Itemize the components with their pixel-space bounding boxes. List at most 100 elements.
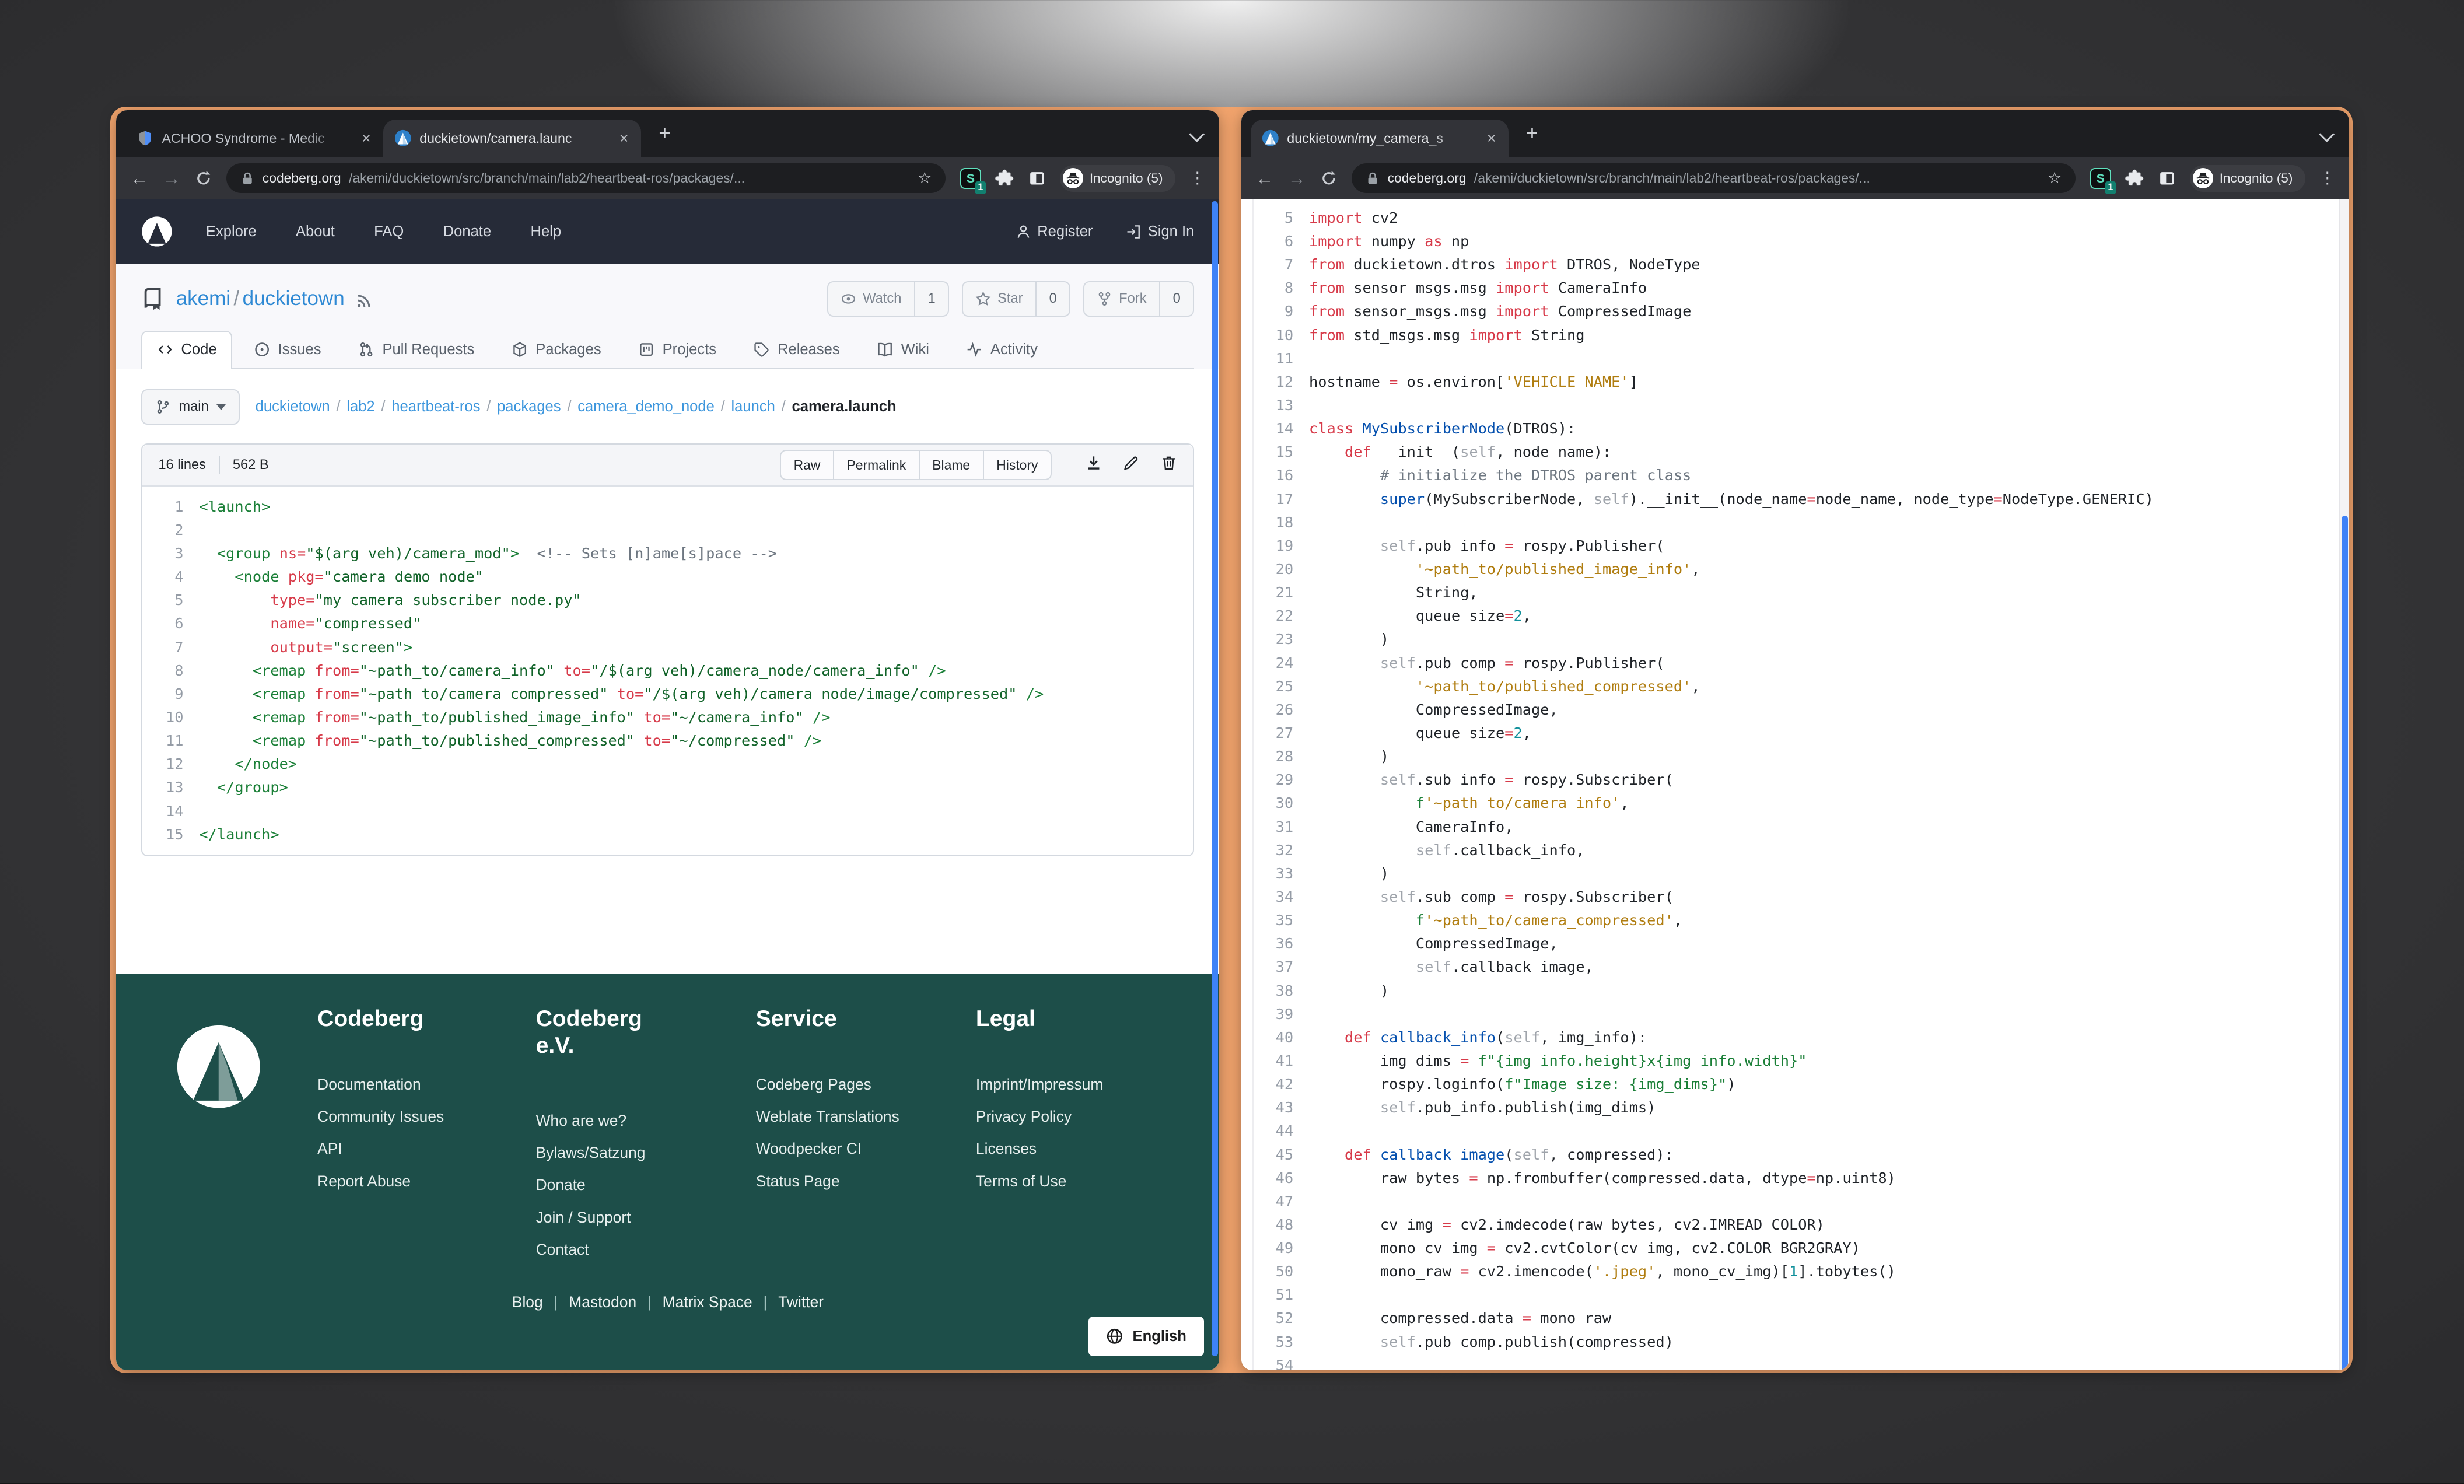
stylus-extension-icon[interactable]: S1 [2090, 168, 2111, 189]
watch-count[interactable]: 1 [915, 282, 948, 316]
forward-button[interactable]: → [1288, 169, 1306, 187]
navbar-link[interactable]: Help [530, 223, 561, 240]
footer-link[interactable]: Weblate Translations [756, 1101, 900, 1133]
line-number[interactable]: 4 [142, 565, 199, 588]
line-number[interactable]: 22 [1241, 604, 1309, 627]
footer-link[interactable]: Report Abuse [317, 1165, 444, 1197]
breadcrumb-link[interactable]: duckietown [256, 398, 330, 415]
line-number[interactable]: 1 [142, 495, 199, 518]
blame-button[interactable]: Blame [919, 451, 983, 479]
tab-issues[interactable]: Issues [239, 331, 337, 369]
bookmark-star-icon[interactable]: ☆ [918, 169, 932, 187]
trash-button[interactable] [1160, 454, 1178, 476]
tab-releases[interactable]: Releases [738, 331, 855, 369]
tab-wiki[interactable]: Wiki [862, 331, 945, 369]
line-number[interactable]: 6 [1241, 229, 1309, 253]
chevron-down-icon[interactable] [1189, 127, 1205, 142]
browser-tab[interactable]: ACHOO Syndrome - Medic× [126, 120, 384, 158]
back-button[interactable]: ← [1255, 169, 1273, 187]
line-number[interactable]: 15 [142, 822, 199, 846]
footer-link[interactable]: Status Page [756, 1165, 900, 1197]
line-number[interactable]: 43 [1241, 1096, 1309, 1119]
line-number[interactable]: 21 [1241, 580, 1309, 604]
footer-social-link[interactable]: Blog [512, 1293, 543, 1311]
footer-link[interactable]: API [317, 1133, 444, 1165]
line-number[interactable]: 39 [1241, 1002, 1309, 1026]
tab-pull-requests[interactable]: Pull Requests [343, 331, 490, 369]
footer-link[interactable]: Donate [536, 1169, 646, 1201]
tab-projects[interactable]: Projects [623, 331, 732, 369]
fork-count[interactable]: 0 [1160, 282, 1193, 316]
line-number[interactable]: 45 [1241, 1143, 1309, 1166]
repo-name-link[interactable]: duckietown [243, 287, 345, 310]
line-number[interactable]: 26 [1241, 698, 1309, 721]
footer-link[interactable]: Woodpecker CI [756, 1133, 900, 1165]
tab-close-icon[interactable]: × [1485, 130, 1497, 148]
tab-close-icon[interactable]: × [360, 130, 372, 148]
line-number[interactable]: 33 [1241, 862, 1309, 885]
line-number[interactable]: 44 [1241, 1119, 1309, 1142]
line-number[interactable]: 9 [142, 682, 199, 705]
breadcrumb-link[interactable]: packages [497, 398, 561, 415]
line-number[interactable]: 53 [1241, 1330, 1309, 1353]
line-number[interactable]: 35 [1241, 908, 1309, 932]
line-number[interactable]: 16 [1241, 463, 1309, 487]
breadcrumb-link[interactable]: camera_demo_node [578, 398, 715, 415]
download-button[interactable] [1085, 454, 1102, 476]
line-number[interactable]: 9 [1241, 299, 1309, 323]
line-number[interactable]: 51 [1241, 1283, 1309, 1306]
browser-tab[interactable]: duckietown/my_camera_s× [1251, 120, 1508, 158]
browser-menu-icon[interactable]: ⋮ [1189, 169, 1205, 187]
line-number[interactable]: 11 [1241, 346, 1309, 370]
line-number[interactable]: 3 [142, 541, 199, 565]
line-number[interactable]: 12 [1241, 370, 1309, 393]
browser-tab[interactable]: duckietown/camera.launc× [383, 120, 641, 158]
footer-link[interactable]: Terms of Use [976, 1165, 1104, 1197]
permalink-button[interactable]: Permalink [833, 451, 919, 479]
navbar-link[interactable]: Donate [443, 223, 491, 240]
line-number[interactable]: 19 [1241, 534, 1309, 557]
register-link[interactable]: Register [1016, 223, 1093, 240]
tab-close-icon[interactable]: × [618, 130, 630, 148]
footer-social-link[interactable]: Matrix Space [663, 1293, 752, 1311]
line-number[interactable]: 8 [142, 659, 199, 682]
extensions-puzzle-icon[interactable] [995, 169, 1014, 188]
right-scrollbar-track[interactable] [2339, 200, 2349, 1370]
line-number[interactable]: 46 [1241, 1166, 1309, 1189]
line-number[interactable]: 48 [1241, 1213, 1309, 1236]
star-button[interactable]: Star0 [962, 281, 1071, 317]
line-number[interactable]: 13 [142, 775, 199, 799]
line-number[interactable]: 5 [142, 588, 199, 611]
forward-button[interactable]: → [163, 169, 181, 187]
footer-social-link[interactable]: Mastodon [569, 1293, 636, 1311]
new-tab-button[interactable]: + [1518, 122, 1546, 145]
history-button[interactable]: History [983, 451, 1051, 479]
stylus-extension-icon[interactable]: S1 [960, 168, 981, 189]
line-number[interactable]: 27 [1241, 721, 1309, 744]
line-number[interactable]: 54 [1241, 1353, 1309, 1370]
line-number[interactable]: 18 [1241, 510, 1309, 534]
line-number[interactable]: 36 [1241, 932, 1309, 955]
line-number[interactable]: 15 [1241, 440, 1309, 463]
footer-link[interactable]: Bylaws/Satzung [536, 1137, 646, 1169]
line-number[interactable]: 29 [1241, 768, 1309, 791]
tab-activity[interactable]: Activity [951, 331, 1053, 369]
star-count[interactable]: 0 [1037, 282, 1069, 316]
line-number[interactable]: 14 [142, 799, 199, 822]
line-number[interactable]: 5 [1241, 206, 1309, 229]
line-number[interactable]: 28 [1241, 744, 1309, 768]
line-number[interactable]: 20 [1241, 557, 1309, 580]
browser-menu-icon[interactable]: ⋮ [2319, 169, 2335, 187]
line-number[interactable]: 13 [1241, 393, 1309, 416]
footer-link[interactable]: Community Issues [317, 1101, 444, 1133]
line-number[interactable]: 25 [1241, 674, 1309, 698]
chevron-down-icon[interactable] [2319, 127, 2334, 142]
line-number[interactable]: 12 [142, 752, 199, 775]
split-view-icon[interactable] [2158, 170, 2176, 187]
line-number[interactable]: 17 [1241, 487, 1309, 510]
footer-link[interactable]: Imprint/Impressum [976, 1069, 1104, 1101]
navbar-link[interactable]: About [296, 223, 335, 240]
line-number[interactable]: 42 [1241, 1072, 1309, 1096]
bookmark-star-icon[interactable]: ☆ [2048, 169, 2062, 187]
line-number[interactable]: 14 [1241, 416, 1309, 440]
